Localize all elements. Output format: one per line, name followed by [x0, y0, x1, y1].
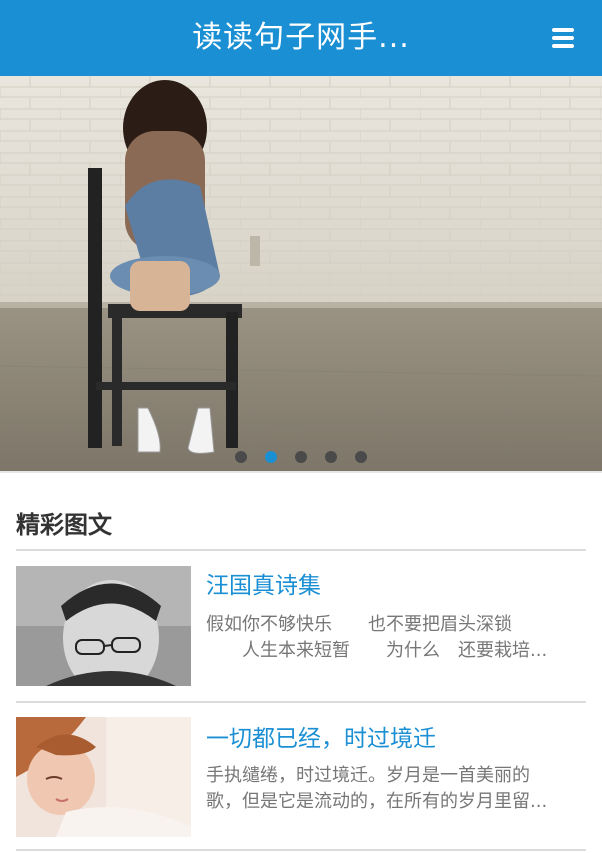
article-title[interactable]: 一切都已经，时过境迁 [206, 723, 436, 755]
carousel-dot-5[interactable] [355, 451, 367, 463]
carousel-dot-2[interactable] [265, 451, 277, 463]
section-title: 精彩图文 [16, 511, 112, 539]
portrait-man-glasses-image[interactable] [16, 566, 191, 686]
article-summary-line: 假如你不够快乐 也不要把眉头深锁 [206, 614, 512, 635]
article-title[interactable]: 汪国真诗集 [206, 570, 321, 602]
article-item[interactable]: 一切都已经，时过境迁 手执缱绻，时过境迁。岁月是一首美丽的 歌，但是它是流动的，… [16, 717, 586, 837]
article-item[interactable]: 汪国真诗集 假如你不够快乐 也不要把眉头深锁 人生本来短暂 为什么 还要栽培..… [16, 566, 586, 686]
carousel-dot-3[interactable] [295, 451, 307, 463]
article-summary: 假如你不够快乐 也不要把眉头深锁 人生本来短暂 为什么 还要栽培... [206, 612, 581, 664]
article-summary: 手执缱绻，时过境迁。岁月是一首美丽的 歌，但是它是流动的，在所有的岁月里留... [206, 763, 581, 815]
menu-icon[interactable] [552, 28, 574, 48]
carousel-indicators [0, 451, 602, 465]
article-summary-line: 人生本来短暂 为什么 还要栽培... [206, 640, 548, 661]
article-summary-line: 手执缱绻，时过境迁。岁月是一首美丽的 [206, 765, 530, 786]
banner-carousel[interactable] [0, 76, 602, 473]
article-divider [16, 701, 586, 703]
banner-photo-woman-on-chair [0, 76, 602, 471]
app-header: 读读句子网手... [0, 0, 602, 76]
carousel-dot-4[interactable] [325, 451, 337, 463]
section-divider [16, 549, 586, 551]
article-divider [16, 849, 586, 851]
carousel-dot-1[interactable] [235, 451, 247, 463]
article-summary-line: 歌，但是它是流动的，在所有的岁月里留... [206, 791, 548, 812]
page-title: 读读句子网手... [192, 20, 410, 55]
sleeping-woman-image[interactable] [16, 717, 191, 837]
